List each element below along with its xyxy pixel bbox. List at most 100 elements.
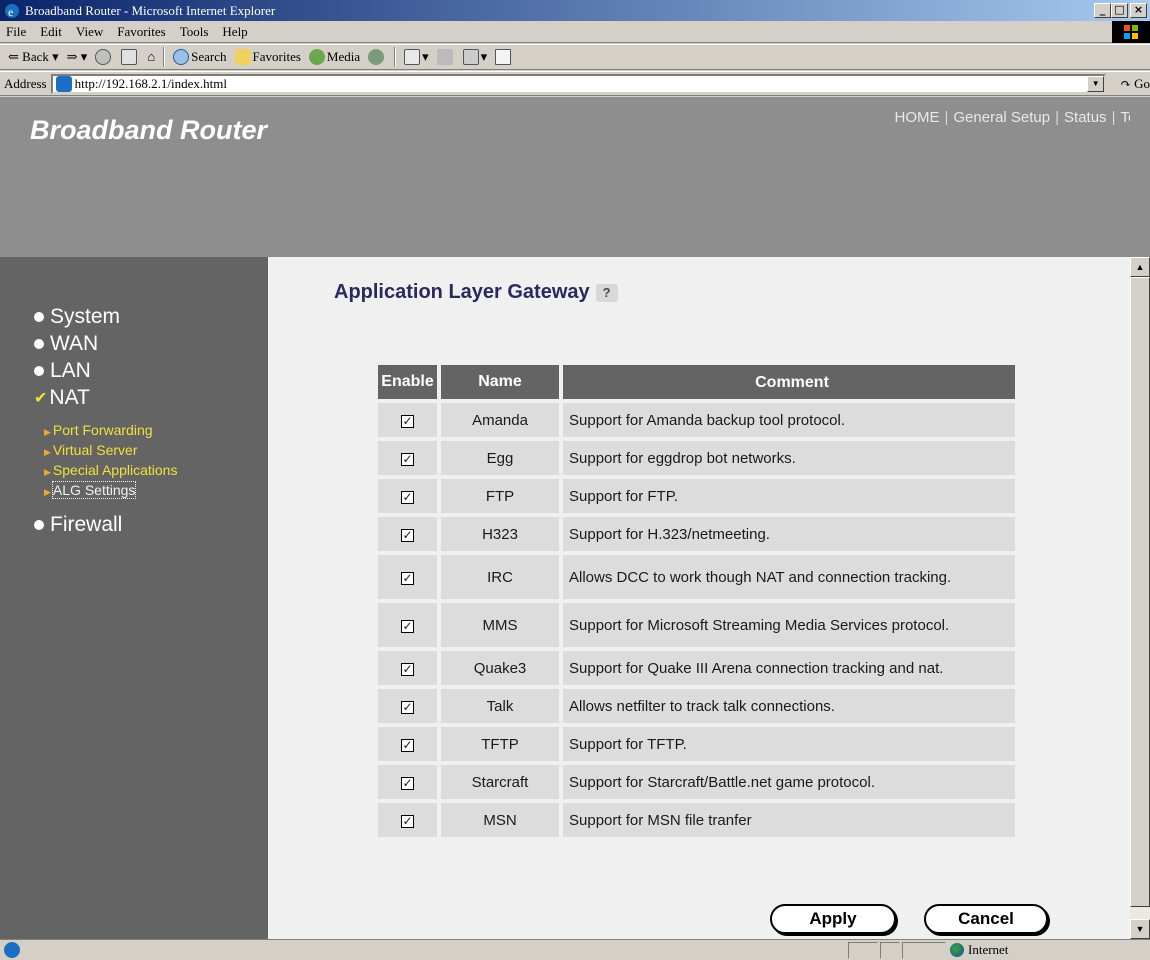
discuss-button[interactable] [491,49,517,65]
back-label: Back [22,49,49,64]
enable-checkbox[interactable]: ✓ [401,490,414,504]
sidebar-subitem-special-applications[interactable]: ▶ Special Applications [44,462,177,478]
enable-checkbox[interactable]: ✓ [401,414,414,428]
sidebar-item-label: System [50,305,121,328]
print-button[interactable] [433,49,459,65]
table-row: ✓ MSN Support for MSN file tranfer [378,803,1015,837]
bullet-icon [34,339,44,349]
name-cell: IRC [441,555,559,599]
enable-checkbox[interactable]: ✓ [401,776,414,790]
mail-button[interactable]: ▾ [400,49,433,65]
sidebar-item-label: LAN [50,359,91,382]
zone-label: Internet [968,942,1009,957]
page-viewport: Broadband Router HOME | General Setup | Stat… [0,97,1130,939]
apply-button[interactable]: Apply [770,904,896,934]
security-zone: Internet [950,942,1008,958]
maximize-button[interactable]: □ [1111,3,1128,18]
checkmark-icon: ✔ [34,390,48,407]
table-row: ✓ Amanda Support for Amanda backup tool pr… [378,403,1015,437]
comment-cell: Support for Quake III Arena connection t… [563,651,1015,685]
vertical-scrollbar[interactable]: ▲ ▼ [1130,257,1150,939]
name-cell: TFTP [441,727,559,761]
enable-cell: ✓ [378,651,437,685]
menu-edit[interactable]: Edit [34,24,70,40]
table-row: ✓ FTP Support for FTP. [378,479,1015,513]
alg-table: Enable Name Comment ✓ Amanda Support for A… [374,361,1019,841]
bullet-icon [34,520,44,530]
enable-checkbox[interactable]: ✓ [401,528,414,542]
stop-button[interactable] [91,49,117,65]
favorites-button[interactable]: Favorites [231,49,305,65]
column-header-comment: Comment [563,365,1015,399]
forward-arrow-icon: ⇒ ▾ [66,49,88,64]
media-button[interactable]: Media [305,49,364,65]
scroll-thumb[interactable] [1130,277,1150,907]
nav-general-setup[interactable]: General Setup [953,109,1050,126]
enable-checkbox[interactable]: ✓ [401,662,414,676]
close-button[interactable]: × [1130,3,1147,18]
sidebar-subitem-port-forwarding[interactable]: ▶ Port Forwarding [44,422,153,438]
scroll-up-button[interactable]: ▲ [1130,257,1150,277]
home-button[interactable]: ⌂ [143,49,159,65]
toolbar-separator [394,47,397,67]
enable-checkbox[interactable]: ✓ [401,619,414,633]
enable-checkbox[interactable]: ✓ [401,700,414,714]
back-button[interactable]: ⇐ Back ▾ [4,49,63,65]
menu-view[interactable]: View [70,24,111,40]
media-icon [308,49,325,65]
name-cell: MMS [441,603,559,647]
window-title: Broadband Router - Microsoft Internet Ex… [25,2,276,18]
page-title: Application Layer Gateway ? [334,281,618,304]
cancel-button[interactable]: Cancel [924,904,1048,934]
top-nav: HOME|General Setup|Status|Tool [894,109,1130,126]
help-icon[interactable]: ? [595,283,618,302]
bullet-icon [34,366,44,376]
table-row: ✓ Egg Support for eggdrop bot networks. [378,441,1015,475]
nav-home[interactable]: HOME [894,109,939,126]
page-title-text: Application Layer Gateway [334,281,590,303]
sidebar-item-lan[interactable]: LAN [34,359,91,383]
enable-checkbox[interactable]: ✓ [401,452,414,466]
nav-status[interactable]: Status [1064,109,1107,126]
globe-icon [950,943,964,957]
name-cell: Talk [441,689,559,723]
sidebar-item-system[interactable]: System [34,305,120,329]
sidebar-item-firewall[interactable]: Firewall [34,513,122,537]
enable-cell: ✓ [378,727,437,761]
menu-favorites[interactable]: Favorites [111,24,173,40]
enable-checkbox[interactable]: ✓ [401,814,414,828]
address-input[interactable]: http://192.168.2.1/index.html ▼ [50,73,1107,94]
scroll-down-button[interactable]: ▼ [1130,919,1150,939]
forward-button[interactable]: ⇒ ▾ [63,49,92,65]
sidebar-item-label: NAT [49,386,90,409]
enable-cell: ✓ [378,689,437,723]
menu-tools[interactable]: Tools [174,24,217,40]
go-button[interactable]: ↷ Go [1106,76,1150,92]
history-button[interactable] [364,49,390,65]
nav-tool[interactable]: Tool [1120,109,1130,126]
menu-file[interactable]: File [0,24,34,40]
address-dropdown-button[interactable]: ▼ [1087,75,1105,92]
sidebar-item-nat[interactable]: ✔ NAT [34,386,90,410]
enable-cell: ✓ [378,517,437,551]
window-titlebar[interactable]: e Broadband Router - Microsoft Internet … [0,0,1150,21]
windows-logo-icon [1112,21,1150,43]
enable-checkbox[interactable]: ✓ [401,738,414,752]
status-pane [848,942,878,959]
name-cell: Quake3 [441,651,559,685]
sidebar-subitem-virtual-server[interactable]: ▶ Virtual Server [44,442,137,458]
enable-checkbox[interactable]: ✓ [401,571,414,585]
column-header-enable: Enable [378,365,437,399]
table-row: ✓ IRC Allows DCC to work though NAT and co… [378,555,1015,599]
menu-help[interactable]: Help [216,24,255,40]
refresh-button[interactable] [117,49,143,65]
search-button[interactable]: Search [169,49,230,65]
minimize-button[interactable]: _ [1094,3,1111,18]
enable-cell: ✓ [378,479,437,513]
sidebar-subitem-alg-settings[interactable]: ▶ ALG Settings [44,481,137,499]
svg-text:e: e [8,5,13,19]
search-icon [173,49,190,65]
edit-button[interactable]: ▾ [459,49,492,65]
sidebar-item-wan[interactable]: WAN [34,332,98,356]
media-label: Media [326,49,361,64]
